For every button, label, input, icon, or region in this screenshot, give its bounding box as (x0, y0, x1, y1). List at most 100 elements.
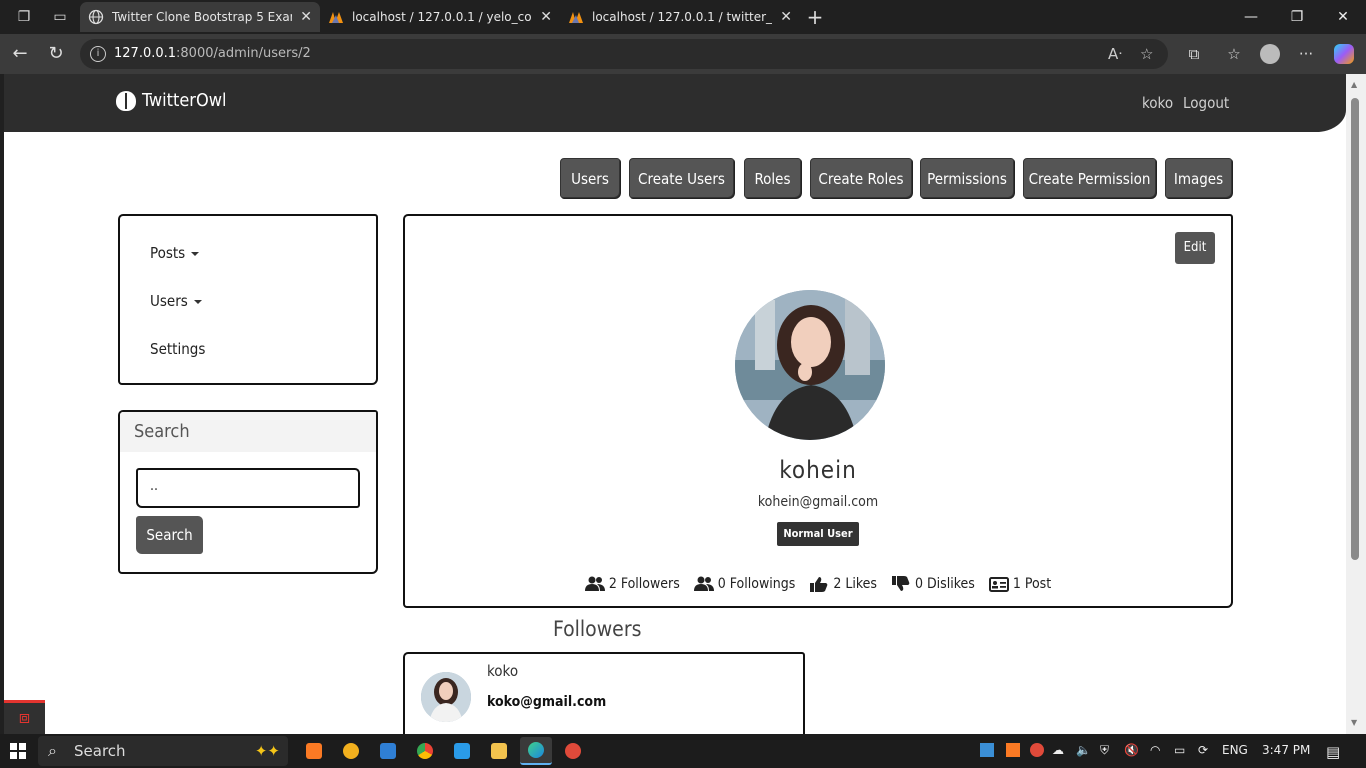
stat-text: 2 Likes (833, 576, 877, 592)
shield-icon[interactable]: ⛨ (1100, 743, 1109, 758)
tab-twitter-clone[interactable]: Twitter Clone Bootstrap 5 Exampl ✕ (80, 2, 320, 32)
sidebar-item-settings[interactable]: Settings (150, 340, 205, 358)
stat-text: 0 Dislikes (914, 576, 975, 592)
scroll-up-icon[interactable]: ▲ (1351, 80, 1357, 89)
brain-logo-icon (116, 90, 136, 111)
wifi-icon[interactable]: ◠ (1150, 743, 1160, 757)
vscode-app-icon[interactable] (446, 737, 478, 765)
page-viewport: TwitterOwl koko Logout Users Create User… (4, 74, 1346, 734)
tray-postman-icon[interactable] (1030, 743, 1044, 760)
back-icon[interactable]: ← (8, 43, 32, 65)
stat-text: 2 Followers (608, 576, 680, 592)
language-indicator[interactable]: ENG (1222, 743, 1248, 757)
scrollbar-thumb[interactable] (1351, 98, 1359, 560)
taskbar-search-label: Search (74, 742, 126, 760)
sidebar-item-label: Users (150, 292, 188, 310)
phpmyadmin-icon (328, 9, 344, 25)
tray-xampp-icon[interactable] (1006, 743, 1020, 760)
site-navbar: TwitterOwl koko Logout (4, 74, 1346, 132)
caret-down-icon (191, 251, 200, 256)
battery-icon[interactable]: ▭ (1174, 743, 1185, 757)
page-scrollbar[interactable]: ▲ ▼ (1346, 74, 1366, 734)
search-card: Search .. Search (118, 410, 378, 574)
search-input[interactable]: .. (136, 468, 360, 508)
site-info-icon[interactable]: i (90, 46, 106, 62)
edge-app-icon[interactable] (520, 737, 552, 765)
file-explorer-icon[interactable] (483, 737, 515, 765)
edit-button[interactable]: Edit (1175, 232, 1215, 264)
brand-link[interactable]: TwitterOwl (116, 90, 226, 111)
clock[interactable]: 3:47 PM (1262, 743, 1310, 757)
more-menu-icon[interactable]: ··· (1294, 43, 1318, 65)
mute-icon[interactable]: 🔇 (1124, 743, 1139, 757)
phpmyadmin-icon (568, 9, 584, 25)
reload-icon[interactable]: ↻ (44, 43, 68, 65)
copilot-icon[interactable] (1332, 43, 1356, 65)
stat-posts: 1 Post (988, 576, 1052, 592)
admin-permissions-button[interactable]: Permissions (920, 158, 1014, 198)
postman-app-icon[interactable] (557, 737, 589, 765)
users-icon (584, 576, 605, 591)
laravel-debugbar-icon[interactable]: ⧈ (4, 700, 45, 734)
windows-taskbar: ⌕ Search ✦✦ ☁ 🔈 ⛨ 🔇 ◠ ▭ ⟳ ENG 3:47 PM ▤ (0, 734, 1366, 768)
tab-actions-icon[interactable]: ▭ (49, 6, 71, 28)
favorites-icon[interactable]: ☆ (1222, 43, 1246, 65)
close-tab-icon[interactable]: ✕ (780, 9, 792, 25)
workspaces-icon[interactable]: ❐ (13, 6, 35, 28)
url-field[interactable]: i 127.0.0.1:8000/admin/users/2 Aᐧ ☆ (80, 39, 1168, 69)
follower-email: koko@gmail.com (487, 694, 607, 710)
sidebar-item-posts[interactable]: Posts (150, 244, 200, 262)
tray-app-icon[interactable] (980, 743, 994, 760)
cloud-icon[interactable]: ☁ (1052, 743, 1064, 757)
read-aloud-icon[interactable]: Aᐧ (1108, 39, 1122, 69)
thumbs-down-icon (891, 576, 910, 591)
profile-name: kohein (779, 456, 857, 484)
remote-desktop-icon[interactable] (372, 737, 404, 765)
close-tab-icon[interactable]: ✕ (540, 9, 552, 25)
new-tab-icon[interactable]: + (804, 6, 826, 28)
users-icon (693, 576, 714, 591)
stat-followings: 0 Followings (693, 576, 795, 592)
close-tab-icon[interactable]: ✕ (300, 9, 312, 25)
follower-avatar (421, 672, 471, 722)
app-bird-icon[interactable] (335, 737, 367, 765)
sidebar-menu: Posts Users Settings (118, 214, 378, 385)
thumbs-up-icon (810, 577, 828, 592)
sidebar-item-label: Posts (150, 244, 186, 262)
tab-title: Twitter Clone Bootstrap 5 Exampl (112, 10, 292, 24)
follower-card[interactable]: koko koko@gmail.com (403, 652, 805, 734)
profile-stats: 2 Followers 0 Followings 2 Likes 0 Disli… (405, 576, 1231, 592)
tab-title: localhost / 127.0.0.1 / twitter_owl (592, 10, 773, 24)
sidebar-item-users[interactable]: Users (150, 292, 202, 310)
admin-users-button[interactable]: Users (560, 158, 620, 198)
extensions-icon[interactable]: ⧉ (1182, 43, 1206, 65)
notifications-icon[interactable]: ▤ (1326, 743, 1340, 761)
close-window-icon[interactable]: ✕ (1332, 6, 1354, 28)
admin-create-roles-button[interactable]: Create Roles (810, 158, 912, 198)
tab-phpmyadmin-yelo[interactable]: localhost / 127.0.0.1 / yelo_code_t ✕ (320, 2, 560, 32)
chrome-app-icon[interactable] (409, 737, 441, 765)
scroll-down-icon[interactable]: ▼ (1351, 718, 1357, 727)
favorite-star-icon[interactable]: ☆ (1140, 39, 1153, 69)
stat-text: 1 Post (1012, 576, 1052, 592)
volume-alert-icon[interactable]: 🔈 (1076, 743, 1091, 757)
admin-roles-button[interactable]: Roles (744, 158, 801, 198)
minimize-icon[interactable]: — (1240, 6, 1262, 28)
taskbar-search[interactable]: ⌕ Search ✦✦ (38, 736, 288, 766)
sync-icon[interactable]: ⟳ (1198, 743, 1208, 757)
stat-followers: 2 Followers (584, 576, 680, 592)
windows-start-icon[interactable] (10, 743, 26, 759)
nav-logout-link[interactable]: Logout (1183, 94, 1229, 112)
profile-avatar-icon[interactable] (1258, 43, 1282, 65)
tab-phpmyadmin-twitter[interactable]: localhost / 127.0.0.1 / twitter_owl ✕ (560, 2, 800, 32)
restore-icon[interactable]: ❐ (1286, 6, 1308, 28)
browser-tab-bar: ❐ ▭ Twitter Clone Bootstrap 5 Exampl ✕ l… (0, 0, 1366, 34)
admin-create-permission-button[interactable]: Create Permission (1023, 158, 1156, 198)
role-badge: Normal User (777, 522, 859, 546)
admin-create-users-button[interactable]: Create Users (629, 158, 734, 198)
url-path: :8000/admin/users/2 (176, 46, 311, 61)
search-button[interactable]: Search (136, 516, 203, 554)
xampp-app-icon[interactable] (298, 737, 330, 765)
admin-images-button[interactable]: Images (1165, 158, 1232, 198)
nav-user-link[interactable]: koko (1142, 94, 1173, 112)
